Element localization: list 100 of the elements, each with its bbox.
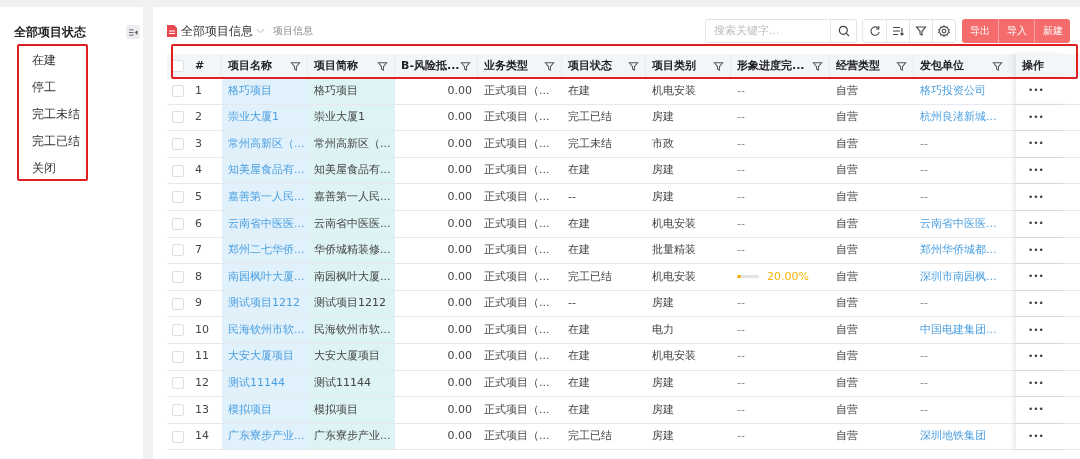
table-cell-text: -- [737, 135, 745, 152]
table-cell-text: 常州高新区（... [314, 135, 391, 152]
table-cell-text: 自营 [836, 135, 858, 152]
table-cell: 正式项目（... [484, 428, 550, 445]
checkbox[interactable] [172, 270, 184, 283]
checkbox[interactable] [172, 111, 184, 124]
row-number: 11 [195, 348, 209, 365]
filter-icon[interactable] [290, 60, 301, 72]
progress-reading: 20.00% [767, 268, 809, 285]
client-link[interactable]: 杭州良渚新城... [920, 109, 997, 126]
table-cell: 在建 [568, 375, 590, 392]
table-cell-text: -- [737, 82, 745, 99]
toolbar-button[interactable]: 新建 [1034, 18, 1070, 43]
sidebar-item[interactable]: 关闭 [32, 155, 56, 182]
more-button[interactable]: ••• [1028, 405, 1044, 415]
table-cell-text: 格巧项目 [314, 82, 358, 99]
client-link[interactable]: 格巧投资公司 [920, 82, 986, 100]
checkbox[interactable] [172, 164, 184, 177]
table-cell-text: 0.00 [447, 268, 472, 285]
checkbox[interactable] [172, 244, 184, 257]
column-header: 业务类型 [484, 57, 528, 74]
column-header: 项目简称 [314, 57, 358, 74]
filter-icon[interactable] [992, 60, 1003, 72]
table-cell: -- [920, 295, 928, 312]
checkbox[interactable] [172, 297, 184, 310]
table-cell: 自营 [836, 162, 858, 179]
client-link[interactable]: 中国电建集团... [920, 321, 997, 339]
checkbox[interactable] [172, 191, 184, 204]
table-cell: 机电安装 [652, 348, 696, 365]
table-cell: 崇业大厦1 [314, 109, 365, 126]
table-cell-text: 在建 [568, 401, 590, 418]
table-cell: 自营 [836, 375, 858, 392]
checkbox[interactable] [172, 350, 184, 363]
client-link[interactable]: 云南省中医医... [920, 215, 997, 232]
checkbox[interactable] [172, 217, 184, 230]
checkbox[interactable] [172, 324, 184, 337]
breadcrumb-text: 项目信息 [273, 24, 313, 38]
filter-icon[interactable] [896, 60, 907, 72]
row-number: 9 [195, 295, 202, 312]
sidebar-item[interactable]: 完工已结 [32, 128, 80, 155]
filter-icon[interactable] [628, 60, 639, 72]
more-button[interactable]: ••• [1028, 192, 1044, 202]
table-cell-text: 自营 [836, 82, 858, 99]
column-header: 项目状态 [568, 57, 612, 74]
table-cell-text: 电力 [652, 321, 674, 338]
row-number: 5 [195, 188, 202, 205]
filter-icon[interactable] [544, 60, 555, 72]
table-cell: 华侨城精装修... [314, 242, 391, 259]
table-cell-text: -- [737, 188, 745, 205]
more-button[interactable]: ••• [1028, 139, 1044, 149]
table-cell-text: 自营 [836, 401, 858, 418]
more-button[interactable]: ••• [1028, 325, 1044, 335]
row-number: 12 [195, 375, 209, 392]
filter-icon[interactable] [377, 60, 388, 72]
checkbox[interactable] [172, 138, 184, 150]
more-button[interactable]: ••• [1028, 245, 1044, 255]
sidebar-item[interactable]: 在建 [32, 47, 56, 74]
search-icon[interactable] [831, 18, 857, 43]
table-cell-text: 自营 [836, 321, 858, 338]
more-button[interactable]: ••• [1028, 86, 1044, 96]
checkbox[interactable] [172, 84, 184, 97]
filter-icon[interactable] [812, 60, 823, 72]
more-button[interactable]: ••• [1028, 378, 1044, 388]
table-cell: 0.00 [447, 215, 472, 232]
more-button[interactable]: ••• [1028, 432, 1044, 441]
table-cell-text: 正式项目（... [484, 268, 550, 285]
toolbar-button[interactable]: 导出 [962, 18, 998, 43]
table-cell-text: -- [920, 188, 928, 205]
sidebar-item[interactable]: 完工未结 [32, 101, 80, 128]
more-button[interactable]: ••• [1028, 352, 1044, 362]
checkbox[interactable] [172, 403, 184, 416]
checkbox[interactable] [172, 377, 184, 390]
more-button[interactable]: ••• [1028, 166, 1044, 176]
table-cell: 测试11144 [314, 375, 371, 392]
client-link[interactable]: 郑州华侨城都... [920, 242, 997, 259]
more-button[interactable]: ••• [1028, 112, 1044, 122]
table-cell: -- [920, 348, 928, 365]
table-cell: 0.00 [447, 242, 472, 259]
table-cell-text: 0.00 [447, 135, 472, 152]
table-cell: 0.00 [447, 109, 472, 126]
more-button[interactable]: ••• [1028, 272, 1044, 282]
filter-icon[interactable] [460, 60, 471, 72]
view-title[interactable]: 全部项目信息 [181, 21, 253, 40]
row-number: 13 [195, 401, 209, 418]
client-link[interactable]: 深圳市南园枫... [920, 268, 997, 286]
client-link[interactable]: 深圳地铁集团 [920, 428, 986, 445]
row-number: 3 [195, 135, 202, 152]
search-field[interactable]: 搜索关键字... [705, 18, 831, 43]
more-button[interactable]: ••• [1028, 219, 1044, 229]
sidebar-item[interactable]: 停工 [32, 74, 56, 101]
filter-icon[interactable] [713, 60, 724, 72]
toolbar-button[interactable]: 导入 [998, 18, 1034, 43]
table-cell-text: 南园枫叶大厦... [314, 268, 391, 285]
table-cell-text: 0.00 [447, 321, 472, 338]
checkbox[interactable] [172, 430, 184, 443]
collapse-icon[interactable] [126, 25, 140, 39]
table-cell: 0.00 [447, 348, 472, 365]
column-header: 项目名称 [228, 57, 272, 74]
table-cell-text: 房建 [652, 401, 674, 418]
more-button[interactable]: ••• [1028, 299, 1044, 309]
